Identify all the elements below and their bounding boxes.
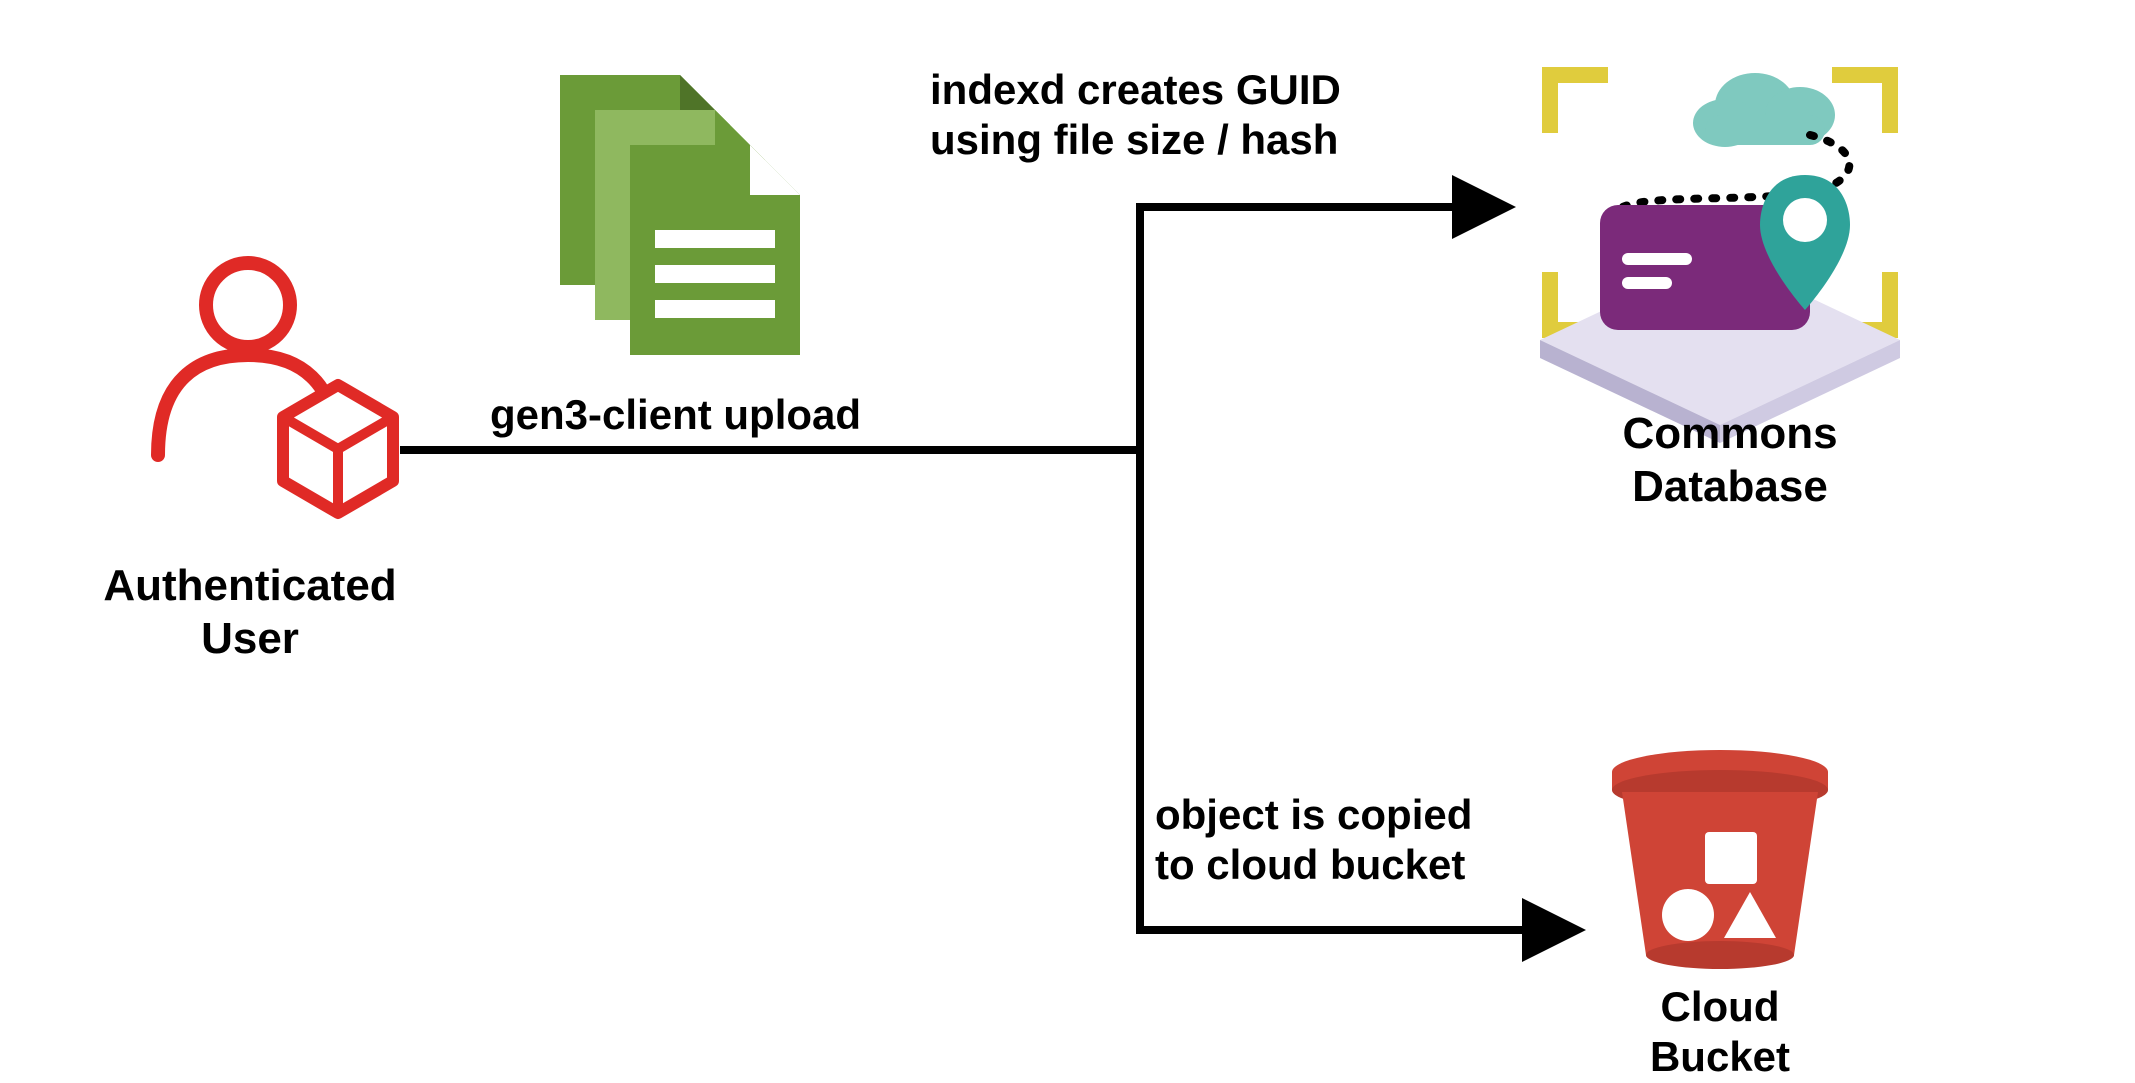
edge-upload-label: gen3-client upload [490, 390, 1010, 440]
edge-to-database-label: indexd creates GUID using file size / ha… [930, 65, 1490, 166]
diagram-stage: Authenticated User [0, 0, 2135, 1076]
edge-to-bucket-label: object is copied to cloud bucket [1155, 790, 1595, 891]
